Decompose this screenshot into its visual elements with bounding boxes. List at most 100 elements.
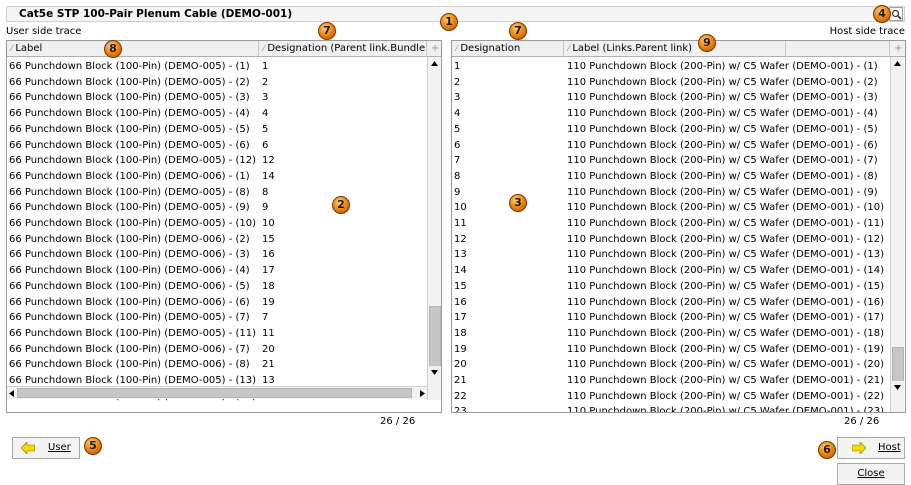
column-header-designation[interactable]: ⁄ Designation	[452, 41, 564, 57]
user-trace-button[interactable]: User	[12, 437, 80, 459]
table-row[interactable]: 66 Punchdown Block (100-Pin) (DEMO-005) …	[7, 200, 427, 216]
cell-designation: 22	[454, 390, 467, 402]
column-header-label[interactable]: ⁄ Label	[7, 41, 259, 57]
close-button[interactable]: Close	[837, 463, 905, 485]
add-column-icon[interactable]: +	[890, 41, 905, 57]
callout-2: 2	[332, 196, 350, 214]
table-row[interactable]: 66 Punchdown Block (100-Pin) (DEMO-006) …	[7, 263, 427, 279]
cell-designation: 5	[262, 123, 269, 135]
cell-designation: 20	[262, 343, 275, 355]
table-row[interactable]: 66 Punchdown Block (100-Pin) (DEMO-005) …	[7, 153, 427, 169]
table-row[interactable]: 20 110 Punchdown Block (200-Pin) w/ C5 Wa…	[452, 357, 890, 373]
table-row[interactable]: 66 Punchdown Block (100-Pin) (DEMO-005) …	[7, 310, 427, 326]
table-row[interactable]: 18 110 Punchdown Block (200-Pin) w/ C5 Wa…	[452, 326, 890, 342]
table-row[interactable]: 66 Punchdown Block (100-Pin) (DEMO-006) …	[7, 357, 427, 373]
scroll-down-icon[interactable]	[891, 381, 904, 394]
scroll-up-icon[interactable]	[891, 57, 904, 70]
add-column-icon[interactable]: +	[427, 41, 441, 57]
cell-designation: 10	[454, 202, 467, 214]
cell-label: 66 Punchdown Block (100-Pin) (DEMO-005) …	[9, 123, 250, 135]
callout-6: 6	[818, 441, 836, 459]
cell-label: 66 Punchdown Block (100-Pin) (DEMO-005) …	[9, 327, 257, 339]
table-row[interactable]: 66 Punchdown Block (100-Pin) (DEMO-005) …	[7, 90, 427, 106]
table-row[interactable]: 7 110 Punchdown Block (200-Pin) w/ C5 Waf…	[452, 153, 890, 169]
table-row[interactable]: 16 110 Punchdown Block (200-Pin) w/ C5 Wa…	[452, 295, 890, 311]
host-trace-button[interactable]: Host	[837, 437, 905, 459]
table-row[interactable]: 15 110 Punchdown Block (200-Pin) w/ C5 Wa…	[452, 279, 890, 295]
table-row[interactable]: 66 Punchdown Block (100-Pin) (DEMO-005) …	[7, 326, 427, 342]
table-row[interactable]: 4 110 Punchdown Block (200-Pin) w/ C5 Waf…	[452, 106, 890, 122]
table-row[interactable]: 66 Punchdown Block (100-Pin) (DEMO-005) …	[7, 75, 427, 91]
host-button-label: Host	[878, 442, 901, 453]
cell-label: 110 Punchdown Block (200-Pin) w/ C5 Wafe…	[567, 186, 878, 198]
cell-designation: 7	[454, 155, 461, 167]
table-row[interactable]: 22 110 Punchdown Block (200-Pin) w/ C5 Wa…	[452, 389, 890, 405]
user-trace-table[interactable]: ⁄ Label ⁄ Designation (Parent link.Bundle)…	[6, 40, 442, 413]
cell-label: 110 Punchdown Block (200-Pin) w/ C5 Wafe…	[567, 139, 878, 151]
table-row[interactable]: 66 Punchdown Block (100-Pin) (DEMO-005) …	[7, 59, 427, 75]
cell-designation: 2	[262, 76, 269, 88]
table-row[interactable]: 8 110 Punchdown Block (200-Pin) w/ C5 Waf…	[452, 169, 890, 185]
table-row[interactable]: 66 Punchdown Block (100-Pin) (DEMO-005) …	[7, 138, 427, 154]
scroll-right-icon[interactable]	[420, 390, 425, 397]
cell-label: 110 Punchdown Block (200-Pin) w/ C5 Wafe…	[567, 265, 884, 277]
table-row[interactable]: 6 110 Punchdown Block (200-Pin) w/ C5 Waf…	[452, 138, 890, 154]
scroll-down-icon[interactable]	[428, 366, 441, 379]
host-trace-table[interactable]: ⁄ Designation ⁄ Label (Links.Parent link) …	[451, 40, 906, 413]
user-button-label: User	[48, 442, 71, 453]
column-header-designation[interactable]: ⁄ Designation (Parent link.Bundle)	[259, 41, 427, 57]
cell-label: 110 Punchdown Block (200-Pin) w/ C5 Wafe…	[567, 359, 884, 371]
cell-designation: 14	[262, 170, 275, 182]
callout-3: 3	[509, 194, 527, 212]
vertical-scrollbar[interactable]	[427, 57, 441, 400]
cell-label: 110 Punchdown Block (200-Pin) w/ C5 Wafe…	[567, 312, 884, 324]
table-row[interactable]: 66 Punchdown Block (100-Pin) (DEMO-005) …	[7, 122, 427, 138]
cell-label: 110 Punchdown Block (200-Pin) w/ C5 Wafe…	[567, 296, 884, 308]
table-row[interactable]: 66 Punchdown Block (100-Pin) (DEMO-006) …	[7, 279, 427, 295]
table-row[interactable]: 66 Punchdown Block (100-Pin) (DEMO-006) …	[7, 247, 427, 263]
table-row[interactable]: 19 110 Punchdown Block (200-Pin) w/ C5 Wa…	[452, 342, 890, 358]
table-row[interactable]: 21 110 Punchdown Block (200-Pin) w/ C5 Wa…	[452, 373, 890, 389]
table-row[interactable]: 66 Punchdown Block (100-Pin) (DEMO-005) …	[7, 106, 427, 122]
scroll-up-icon[interactable]	[428, 57, 441, 70]
scrollbar-thumb[interactable]	[17, 388, 412, 398]
vertical-scrollbar[interactable]	[890, 57, 904, 412]
table-row[interactable]: 14 110 Punchdown Block (200-Pin) w/ C5 Wa…	[452, 263, 890, 279]
table-row[interactable]: 66 Punchdown Block (100-Pin) (DEMO-006) …	[7, 169, 427, 185]
table-row[interactable]: 66 Punchdown Block (100-Pin) (DEMO-006) …	[7, 232, 427, 248]
user-trace-count: 26 / 26	[380, 416, 416, 427]
cell-designation: 16	[454, 296, 467, 308]
table-row[interactable]: 66 Punchdown Block (100-Pin) (DEMO-005) …	[7, 216, 427, 232]
scroll-left-icon[interactable]	[9, 390, 14, 397]
cell-label: 110 Punchdown Block (200-Pin) w/ C5 Wafe…	[567, 375, 884, 386]
table-row[interactable]: 17 110 Punchdown Block (200-Pin) w/ C5 Wa…	[452, 310, 890, 326]
table-row[interactable]: 3 110 Punchdown Block (200-Pin) w/ C5 Waf…	[452, 90, 890, 106]
search-button[interactable]	[889, 7, 903, 21]
cell-label: 110 Punchdown Block (200-Pin) w/ C5 Wafe…	[567, 61, 878, 72]
table-row[interactable]: 66 Punchdown Block (100-Pin) (DEMO-005) …	[7, 185, 427, 201]
cell-designation: 8	[454, 170, 461, 182]
horizontal-scrollbar[interactable]	[7, 386, 427, 399]
cell-label: 66 Punchdown Block (100-Pin) (DEMO-006) …	[9, 233, 250, 245]
scrollbar-thumb[interactable]	[429, 306, 441, 374]
table-row[interactable]: 12 110 Punchdown Block (200-Pin) w/ C5 Wa…	[452, 232, 890, 248]
table-row[interactable]: 2 110 Punchdown Block (200-Pin) w/ C5 Waf…	[452, 75, 890, 91]
column-header-label[interactable]: ⁄ Label (Links.Parent link)	[564, 41, 786, 57]
table-row[interactable]: 13 110 Punchdown Block (200-Pin) w/ C5 Wa…	[452, 247, 890, 263]
cell-label: 66 Punchdown Block (100-Pin) (DEMO-006) …	[9, 343, 250, 355]
column-header-blank[interactable]	[786, 41, 890, 57]
table-row[interactable]: 11 110 Punchdown Block (200-Pin) w/ C5 Wa…	[452, 216, 890, 232]
sort-icon: ⁄	[568, 44, 570, 53]
sort-icon: ⁄	[11, 44, 13, 53]
cell-label: 110 Punchdown Block (200-Pin) w/ C5 Wafe…	[567, 202, 884, 214]
table-row[interactable]: 66 Punchdown Block (100-Pin) (DEMO-006) …	[7, 342, 427, 358]
cell-label: 110 Punchdown Block (200-Pin) w/ C5 Wafe…	[567, 249, 884, 261]
cell-label: 66 Punchdown Block (100-Pin) (DEMO-005) …	[9, 202, 250, 214]
cell-label: 110 Punchdown Block (200-Pin) w/ C5 Wafe…	[567, 155, 878, 167]
table-row[interactable]: 23 110 Punchdown Block (200-Pin) w/ C5 Wa…	[452, 404, 890, 412]
cell-label: 66 Punchdown Block (100-Pin) (DEMO-006) …	[9, 170, 250, 182]
table-row[interactable]: 66 Punchdown Block (100-Pin) (DEMO-006) …	[7, 295, 427, 311]
cell-designation: 18	[262, 280, 275, 292]
table-row[interactable]: 1 110 Punchdown Block (200-Pin) w/ C5 Waf…	[452, 59, 890, 75]
table-row[interactable]: 5 110 Punchdown Block (200-Pin) w/ C5 Waf…	[452, 122, 890, 138]
